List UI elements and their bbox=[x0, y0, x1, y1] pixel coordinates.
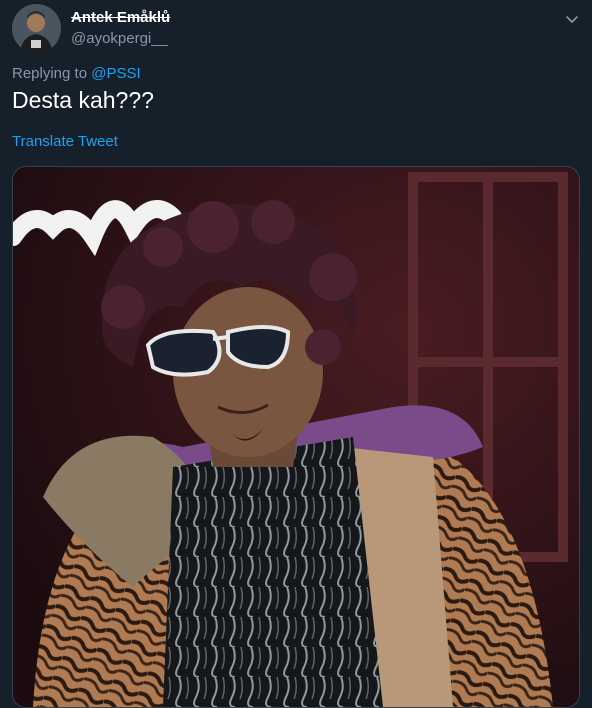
replying-to-line: Replying to @PSSI bbox=[12, 65, 141, 82]
replying-to-link[interactable]: @PSSI bbox=[91, 65, 140, 82]
photo-illustration bbox=[13, 167, 579, 707]
translate-tweet-link[interactable]: Translate Tweet bbox=[12, 133, 118, 150]
display-name[interactable]: Antek Emåklů bbox=[71, 9, 170, 26]
tweet-text: Desta kah??? bbox=[12, 87, 154, 113]
avatar[interactable] bbox=[12, 4, 61, 53]
chevron-down-icon[interactable] bbox=[562, 9, 582, 29]
user-handle[interactable]: @ayokpergi__ bbox=[71, 30, 168, 47]
replying-prefix: Replying to bbox=[12, 65, 88, 82]
tweet-media-photo[interactable] bbox=[12, 166, 580, 708]
avatar-image bbox=[12, 4, 61, 53]
